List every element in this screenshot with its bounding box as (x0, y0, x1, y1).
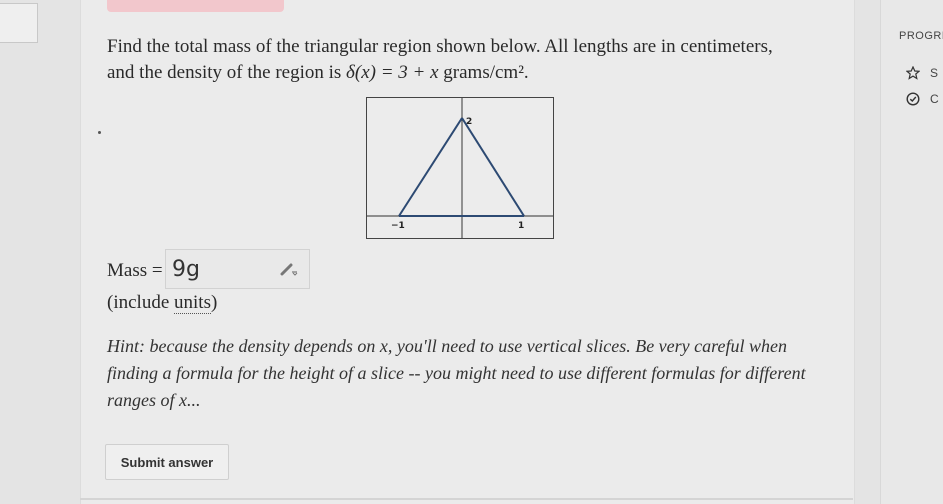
triangle-graph-svg: 2 −1 1 (367, 98, 553, 238)
question-text: Find the total mass of the triangular re… (107, 34, 807, 86)
bullet-dot (98, 131, 101, 134)
progress-label: PROGRE (899, 30, 943, 42)
mass-input[interactable]: 9g (165, 249, 310, 289)
triangle-right-edge (461, 117, 525, 217)
progress-sidebar: PROGRE S C (880, 0, 943, 504)
question-tab[interactable] (107, 0, 284, 12)
mass-input-value: 9g (172, 257, 200, 282)
submit-answer-button[interactable]: Submit answer (105, 444, 229, 480)
check-circle-icon (906, 92, 920, 106)
include-units-note: (include units) (107, 292, 218, 314)
star-icon (906, 66, 920, 80)
mass-label: Mass = (107, 260, 163, 281)
question-line-2: and the density of the region is δ(x) = … (107, 62, 529, 83)
density-function: δ(x) = 3 + x (346, 62, 439, 83)
pencil-icon[interactable] (280, 260, 298, 282)
x-tick-label-neg1: −1 (391, 221, 405, 231)
panel-bottom-border (80, 498, 853, 500)
units-link[interactable]: units (174, 292, 211, 314)
triangle-left-edge (398, 117, 463, 217)
triangle-graph: 2 −1 1 (366, 97, 554, 239)
sidebar-item-check[interactable]: C (906, 92, 939, 106)
sidebar-item-star-label: S (930, 66, 939, 80)
sidebar-item-check-label: C (930, 92, 939, 106)
sidebar-item-star[interactable]: S (906, 66, 938, 80)
left-nav-box[interactable] (0, 3, 38, 43)
question-line-1: Find the total mass of the triangular re… (107, 36, 773, 57)
hint-text: Hint: because the density depends on x, … (107, 336, 806, 410)
x-tick-label-1: 1 (518, 221, 524, 231)
y-tick-label-2: 2 (466, 117, 472, 127)
